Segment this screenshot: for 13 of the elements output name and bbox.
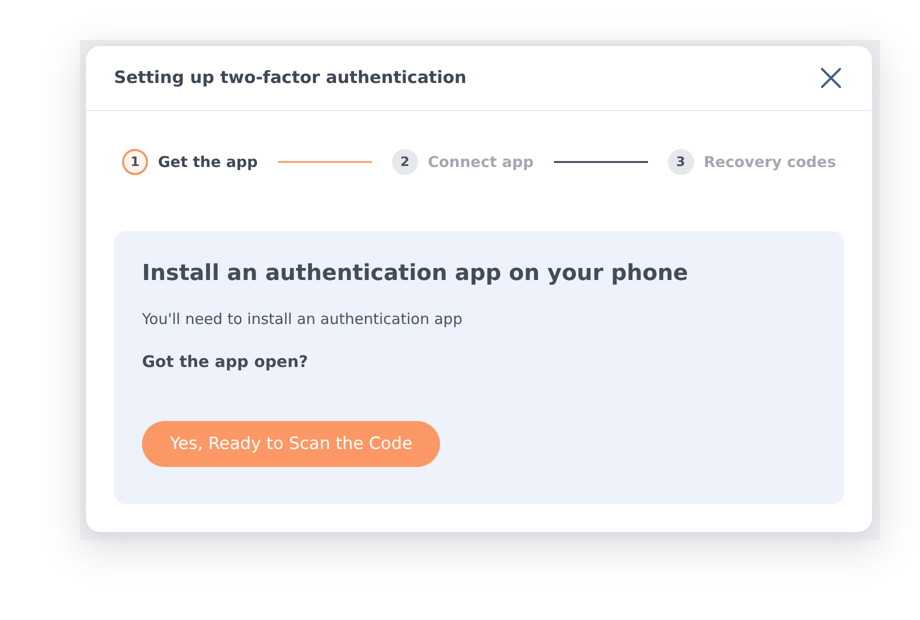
scan-code-button[interactable]: Yes, Ready to Scan the Code [142, 421, 440, 467]
dialog-title: Setting up two-factor authentication [114, 68, 467, 88]
step-number: 2 [392, 149, 418, 175]
step-label: Get the app [158, 153, 258, 171]
step-label: Recovery codes [704, 153, 836, 171]
close-button[interactable] [818, 65, 844, 91]
step-label: Connect app [428, 153, 534, 171]
step-number: 3 [668, 149, 694, 175]
step-number: 1 [122, 149, 148, 175]
close-icon [820, 67, 842, 89]
panel-description: You'll need to install an authentication app [142, 310, 462, 328]
panel-question: Got the app open? [142, 352, 308, 371]
panel-heading: Install an authentication app on your phone [142, 261, 688, 286]
